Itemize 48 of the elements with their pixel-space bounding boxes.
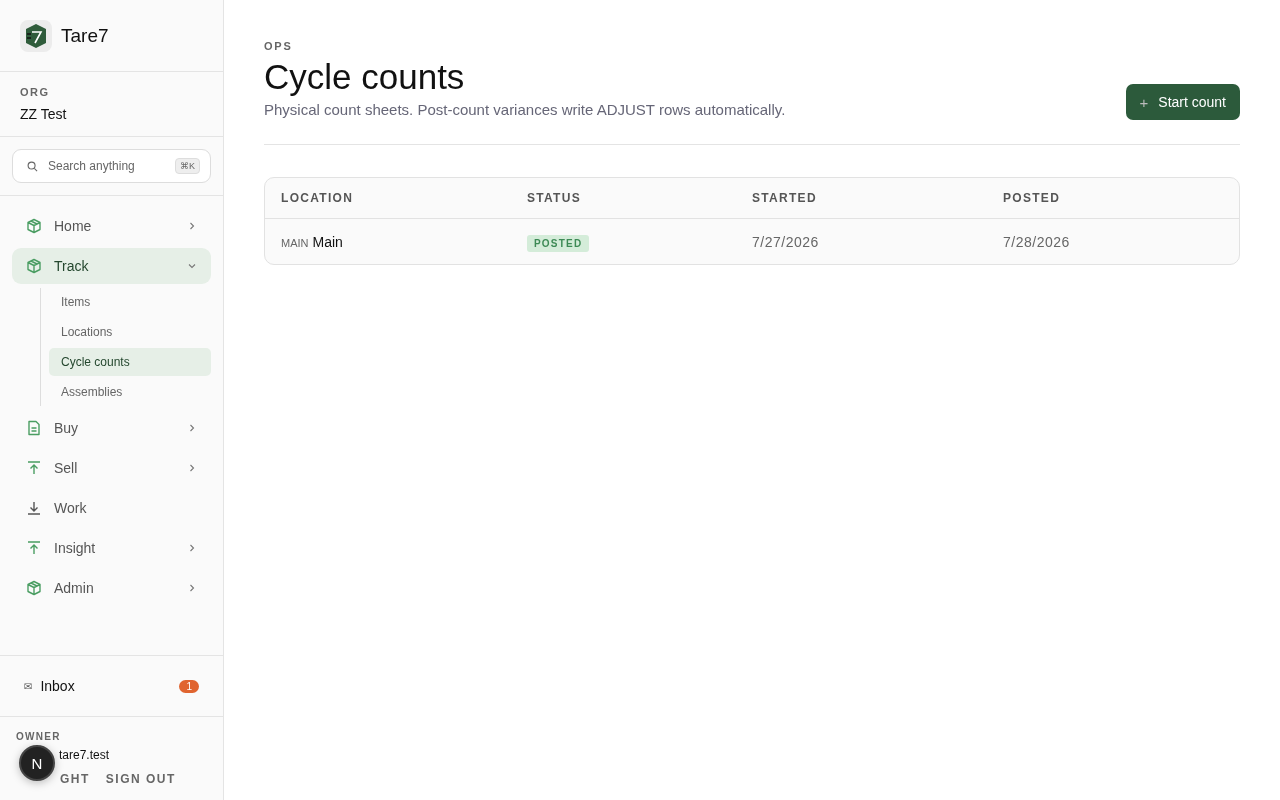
nav-item[interactable]: Admin (12, 570, 211, 606)
shortcut-key: ⌘K (175, 158, 200, 174)
theme-toggle[interactable]: GHT (60, 772, 90, 786)
nav-subitem[interactable]: Locations (49, 318, 211, 346)
nav-item[interactable]: Work (12, 490, 211, 526)
page-subtitle: Physical count sheets. Post-count variances write ADJUST rows automatically. (264, 101, 786, 118)
mail-icon: ✉ (24, 680, 33, 692)
nav-subitem[interactable]: Items (49, 288, 211, 316)
column-header: POSTED (1003, 191, 1062, 205)
column-header: LOCATION (281, 191, 355, 205)
nav-item[interactable]: Insight (12, 530, 211, 566)
unread-count: 1 (179, 679, 199, 693)
box-icon (26, 258, 42, 274)
nav-item[interactable]: Sell (12, 450, 211, 486)
table-cell: 7/28/2026 (1003, 233, 1070, 250)
table-cell: 7/27/2026 (752, 233, 819, 250)
location-name: Main (312, 233, 343, 250)
sign-out-link[interactable]: SIGN OUT (105, 772, 176, 786)
search-icon (27, 160, 38, 172)
column-header: STARTED (752, 191, 818, 205)
dev-badge[interactable]: N (19, 745, 55, 781)
search-field[interactable]: Search anything ⌘K (12, 149, 211, 183)
location-code: MAIN (281, 236, 309, 249)
column-header: STATUS (527, 191, 583, 205)
role-label: OWNER (16, 731, 62, 742)
status-tag: POSTED (527, 234, 590, 252)
nav-item[interactable]: Buy (12, 410, 211, 446)
section-label: OPS (264, 40, 294, 52)
page-title: Cycle counts (264, 57, 466, 97)
user-email: tare7.test (58, 748, 111, 762)
table-row[interactable]: MAIN Main POSTED 7/27/2026 7/28/2026 (265, 219, 1239, 264)
start-count-button[interactable]: + Start count (1125, 84, 1240, 120)
nav-item[interactable]: Track (12, 248, 211, 284)
brand-name: Tare7 (61, 24, 109, 47)
nav-item[interactable]: Home (12, 208, 211, 244)
download-icon (26, 500, 42, 516)
box-icon (26, 580, 42, 596)
document-icon (26, 420, 42, 436)
nav-subitem[interactable]: Cycle counts (49, 348, 211, 376)
nav-subitem[interactable]: Assemblies (49, 378, 211, 406)
search-input[interactable]: Search anything (46, 158, 167, 174)
upload-icon (26, 460, 42, 476)
logo-icon (20, 19, 52, 52)
inbox-link[interactable]: Inbox (40, 678, 172, 694)
org-label: ORG (20, 86, 51, 98)
org-name: ZZ Test (20, 106, 68, 122)
box-icon (26, 218, 42, 234)
upload-icon (26, 540, 42, 556)
